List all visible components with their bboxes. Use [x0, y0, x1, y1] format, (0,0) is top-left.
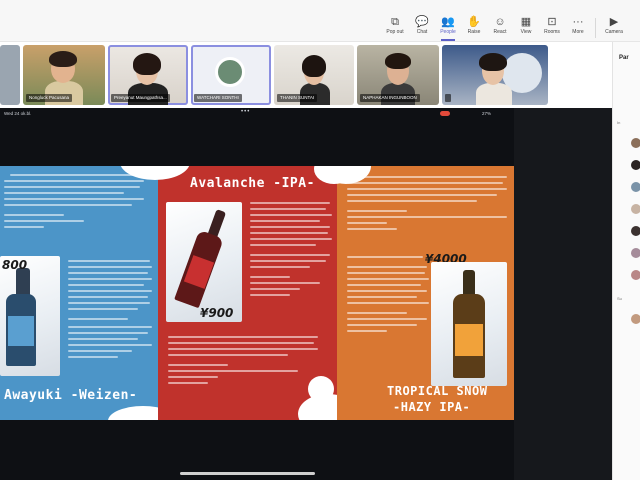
avatar[interactable]	[631, 160, 640, 170]
raise-hand-button[interactable]: ✋ Raise	[460, 16, 488, 40]
avatar[interactable]	[631, 138, 640, 148]
popout-icon: ⧉	[391, 16, 399, 28]
participant-name	[445, 94, 451, 102]
smiley-icon: ☺	[494, 16, 506, 28]
beer-brochure: 800 Awayuki -Weizen- Avalanche -IPA- ¥90…	[0, 166, 514, 420]
more-icon: ···	[572, 16, 584, 28]
beer-style-hazy-ipa: -HAZY IPA-	[393, 400, 471, 414]
recording-icon	[440, 111, 450, 116]
more-label: More	[572, 29, 584, 35]
participant-name: THANIN SUNTAI	[277, 94, 318, 102]
camera-label: Camera	[605, 29, 623, 35]
toolbar-divider	[595, 18, 596, 38]
ipad-status-bar: Wed 24 ok.bl. ••• 27%	[0, 108, 514, 120]
shared-screen: Wed 24 ok.bl. ••• 27% 800 Awayuki -Weize…	[0, 108, 612, 480]
multitask-dots-icon: •••	[241, 109, 251, 115]
hand-icon: ✋	[467, 16, 481, 28]
chat-label: Chat	[416, 29, 428, 35]
brochure-panel-ipa: Avalanche -IPA- ¥900	[158, 166, 337, 420]
status-time: Wed 24 ok.bl.	[4, 111, 32, 116]
video-tile[interactable]: Nongluck Pacusana	[23, 45, 105, 105]
view-button[interactable]: ▦ View	[512, 16, 540, 40]
chat-icon: 💬	[415, 16, 429, 28]
avatar[interactable]	[631, 270, 640, 280]
participant-video-strip: Nongluck Pacusana Preeyanut Maungpathsa.…	[0, 42, 612, 108]
people-active-indicator	[441, 39, 455, 41]
participant-name: Nongluck Pacusana	[26, 94, 73, 102]
chat-button[interactable]: 💬 Chat	[408, 16, 436, 40]
people-button[interactable]: 👥 People	[434, 16, 462, 40]
avatar[interactable]	[631, 226, 640, 236]
beer-name-weizen: Awayuki -Weizen-	[4, 388, 138, 403]
beer-bottle-photo	[431, 262, 507, 386]
beer-name-avalanche: Avalanche -IPA-	[190, 176, 315, 191]
beer-bottle-photo	[166, 202, 242, 322]
avatar[interactable]	[631, 314, 640, 324]
in-meeting-section-label[interactable]: In	[617, 120, 620, 125]
beer-bottle-photo	[0, 256, 60, 376]
avatar[interactable]	[631, 182, 640, 192]
rooms-icon: ⊡	[547, 16, 557, 28]
avatar[interactable]	[631, 204, 640, 214]
video-tile[interactable]	[442, 45, 548, 105]
battery-level: 27%	[482, 111, 492, 116]
video-tile[interactable]: NAPHAKAN INGUNBOON	[357, 45, 439, 105]
popout-label: Pop out	[386, 29, 404, 35]
people-label: People	[440, 29, 456, 35]
grid-icon: ▦	[520, 16, 532, 28]
teams-meeting-window: ⧉ Pop out 💬 Chat 👥 People ✋ Raise ☺ Reac…	[0, 0, 640, 480]
camera-button[interactable]: ▶ Camera	[600, 16, 628, 40]
brochure-panel-weizen: 800 Awayuki -Weizen-	[0, 166, 158, 420]
raise-label: Raise	[467, 29, 481, 35]
participant-name: NAPHAKAN INGUNBOON	[360, 94, 420, 102]
popout-button[interactable]: ⧉ Pop out	[381, 16, 409, 40]
suggested-section-label[interactable]: Su	[617, 296, 622, 301]
react-label: React	[493, 29, 507, 35]
rooms-label: Rooms	[544, 29, 560, 35]
panel-title: Par	[619, 55, 629, 61]
meeting-toolbar: ⧉ Pop out 💬 Chat 👥 People ✋ Raise ☺ Reac…	[0, 0, 640, 42]
video-tile-partial[interactable]	[0, 45, 20, 105]
react-button[interactable]: ☺ React	[486, 16, 514, 40]
video-tile[interactable]: Preeyanut Maungpathsa...	[108, 45, 188, 105]
camera-icon: ▶	[609, 16, 619, 28]
participant-name: Preeyanut Maungpathsa...	[111, 94, 170, 102]
beer-name-tropical-snow: TROPICAL SNOW	[387, 384, 488, 398]
view-label: View	[520, 29, 532, 35]
video-tile[interactable]: WATCHARI SONTHI	[191, 45, 271, 105]
brochure-panel-hazy-ipa: ¥4000 TROPICAL SNOW -HAZY IPA-	[337, 166, 514, 420]
ipad-screen: Wed 24 ok.bl. ••• 27% 800 Awayuki -Weize…	[0, 108, 514, 480]
video-tile[interactable]: THANIN SUNTAI	[274, 45, 354, 105]
people-icon: 👥	[441, 16, 455, 28]
home-indicator	[180, 472, 315, 475]
price-label: ¥900	[200, 306, 234, 320]
more-button[interactable]: ··· More	[564, 16, 592, 40]
participant-name: WATCHARI SONTHI	[194, 94, 242, 102]
rooms-button[interactable]: ⊡ Rooms	[538, 16, 566, 40]
participants-panel: Par In Su	[612, 42, 640, 480]
avatar[interactable]	[631, 248, 640, 258]
price-label: 800	[2, 258, 28, 272]
